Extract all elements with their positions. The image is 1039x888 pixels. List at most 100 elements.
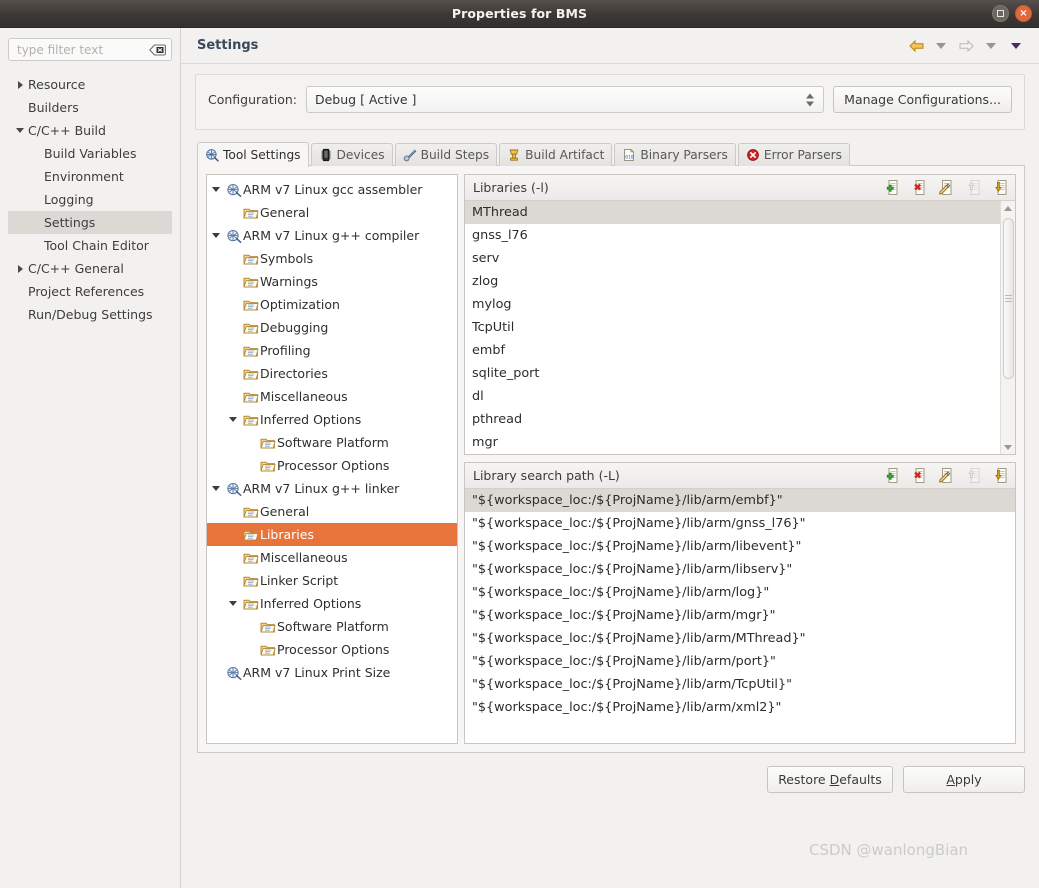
tab-binary-parsers[interactable]: 010 Binary Parsers	[614, 143, 736, 166]
sidebar-item-run-debug-settings[interactable]: Run/Debug Settings	[8, 303, 172, 326]
tab-build-artifact[interactable]: Build Artifact	[499, 143, 613, 166]
view-menu-chevron-down-icon[interactable]	[1007, 38, 1025, 54]
list-item[interactable]: serv	[465, 247, 1015, 270]
tool-tree-item-general[interactable]: General	[207, 201, 457, 224]
tool-tree-item-miscellaneous[interactable]: Miscellaneous	[207, 385, 457, 408]
sidebar-item-environment[interactable]: Environment	[8, 165, 172, 188]
search-input[interactable]	[17, 42, 147, 57]
scrollbar-thumb[interactable]	[1002, 218, 1014, 379]
clear-filter-icon[interactable]	[149, 43, 166, 56]
tool-tree-item-arm-v7-linux-print-size[interactable]: ARM v7 Linux Print Size	[207, 661, 457, 684]
scrollbar-track[interactable]	[1001, 215, 1016, 440]
sidebar-item-resource[interactable]: Resource	[8, 73, 172, 96]
sidebar-item-label: Settings	[44, 215, 96, 230]
tool-tree-item-processor-options[interactable]: Processor Options	[207, 454, 457, 477]
chevron-down-icon[interactable]	[12, 128, 28, 133]
sidebar-tree: Resource Builders C/C++ Build Build Variabl…	[8, 73, 172, 326]
tool-tree-item-software-platform[interactable]: Software Platform	[207, 615, 457, 638]
chevron-down-icon[interactable]	[207, 233, 224, 238]
filter-box[interactable]	[8, 38, 172, 61]
libraries-scrollbar[interactable]	[1000, 201, 1015, 454]
tool-tree-item-software-platform[interactable]: Software Platform	[207, 431, 457, 454]
tool-tree-item-arm-v7-linux-g++-compiler[interactable]: ARM v7 Linux g++ compiler	[207, 224, 457, 247]
sidebar-item-c-c-build[interactable]: C/C++ Build	[8, 119, 172, 142]
tool-tree-item-optimization[interactable]: Optimization	[207, 293, 457, 316]
list-item[interactable]: dl	[465, 385, 1015, 408]
list-item[interactable]: TcpUtil	[465, 316, 1015, 339]
sidebar-item-c-c-general[interactable]: C/C++ General	[8, 257, 172, 280]
apply-button[interactable]: Apply	[903, 766, 1025, 793]
list-item[interactable]: embf	[465, 339, 1015, 362]
configuration-dropdown[interactable]: Debug [ Active ]	[305, 86, 825, 113]
tool-tree-item-warnings[interactable]: Warnings	[207, 270, 457, 293]
forward-history-chevron-down-icon[interactable]	[982, 38, 1000, 54]
edit-icon[interactable]	[938, 467, 955, 484]
scroll-up-icon[interactable]	[1001, 201, 1016, 215]
search-path-list[interactable]: "${workspace_loc:/${ProjName}/lib/arm/em…	[465, 489, 1015, 743]
tool-tree-item-general[interactable]: General	[207, 500, 457, 523]
list-item[interactable]: "${workspace_loc:/${ProjName}/lib/arm/gn…	[465, 512, 1015, 535]
list-item[interactable]: "${workspace_loc:/${ProjName}/lib/arm/li…	[465, 535, 1015, 558]
list-item[interactable]: zlog	[465, 270, 1015, 293]
list-item[interactable]: pthread	[465, 408, 1015, 431]
sidebar-item-logging[interactable]: Logging	[8, 188, 172, 211]
move-down-icon[interactable]	[992, 467, 1009, 484]
tool-tree-item-directories[interactable]: Directories	[207, 362, 457, 385]
tool-tree[interactable]: ARM v7 Linux gcc assembler General ARM v7 …	[206, 174, 458, 744]
back-history-chevron-down-icon[interactable]	[932, 38, 950, 54]
add-icon[interactable]	[884, 179, 901, 196]
sidebar-item-tool-chain-editor[interactable]: Tool Chain Editor	[8, 234, 172, 257]
close-icon[interactable]: ×	[1015, 5, 1032, 22]
tool-tree-item-processor-options[interactable]: Processor Options	[207, 638, 457, 661]
delete-icon[interactable]	[911, 179, 928, 196]
chevron-down-icon[interactable]	[224, 601, 241, 606]
manage-configurations-button[interactable]: Manage Configurations...	[833, 86, 1012, 113]
chevron-right-icon[interactable]	[12, 264, 28, 273]
sidebar-item-build-variables[interactable]: Build Variables	[8, 142, 172, 165]
list-item[interactable]: "${workspace_loc:/${ProjName}/lib/arm/Tc…	[465, 673, 1015, 696]
libraries-list[interactable]: MThread gnss_l76 serv zlog mylog TcpUtil embf s…	[465, 201, 1015, 454]
tool-tree-item-inferred-options[interactable]: Inferred Options	[207, 408, 457, 431]
sidebar-item-settings[interactable]: Settings	[8, 211, 172, 234]
list-item[interactable]: "${workspace_loc:/${ProjName}/lib/arm/mg…	[465, 604, 1015, 627]
list-item[interactable]: sqlite_port	[465, 362, 1015, 385]
back-arrow-icon[interactable]	[907, 38, 925, 54]
list-item[interactable]: mgr	[465, 431, 1015, 454]
list-item[interactable]: "${workspace_loc:/${ProjName}/lib/arm/em…	[465, 489, 1015, 512]
list-item[interactable]: "${workspace_loc:/${ProjName}/lib/arm/li…	[465, 558, 1015, 581]
chevron-right-icon[interactable]	[12, 80, 28, 89]
sidebar-item-project-references[interactable]: Project References	[8, 280, 172, 303]
add-icon[interactable]	[884, 467, 901, 484]
restore-defaults-button[interactable]: Restore Defaults	[767, 766, 893, 793]
scroll-down-icon[interactable]	[1001, 440, 1016, 454]
list-item[interactable]: "${workspace_loc:/${ProjName}/lib/arm/xm…	[465, 696, 1015, 719]
sidebar-item-builders[interactable]: Builders	[8, 96, 172, 119]
list-item[interactable]: gnss_l76	[465, 224, 1015, 247]
list-item[interactable]: "${workspace_loc:/${ProjName}/lib/arm/po…	[465, 650, 1015, 673]
tool-tree-item-libraries[interactable]: Libraries	[207, 523, 457, 546]
list-item[interactable]: "${workspace_loc:/${ProjName}/lib/arm/lo…	[465, 581, 1015, 604]
move-down-icon[interactable]	[992, 179, 1009, 196]
edit-icon[interactable]	[938, 179, 955, 196]
tool-tree-item-miscellaneous[interactable]: Miscellaneous	[207, 546, 457, 569]
tool-tree-item-linker-script[interactable]: Linker Script	[207, 569, 457, 592]
tool-tree-item-arm-v7-linux-gcc-assembler[interactable]: ARM v7 Linux gcc assembler	[207, 178, 457, 201]
chevron-down-icon[interactable]	[207, 486, 224, 491]
delete-icon[interactable]	[911, 467, 928, 484]
chevron-down-icon[interactable]	[224, 417, 241, 422]
chevron-down-icon[interactable]	[207, 187, 224, 192]
maximize-icon[interactable]	[992, 5, 1009, 22]
tool-tree-item-debugging[interactable]: Debugging	[207, 316, 457, 339]
tab-error-parsers[interactable]: Error Parsers	[737, 143, 850, 166]
list-item[interactable]: mylog	[465, 293, 1015, 316]
tab-devices[interactable]: Devices	[310, 143, 393, 166]
list-item[interactable]: "${workspace_loc:/${ProjName}/lib/arm/MT…	[465, 627, 1015, 650]
tab-tool-settings[interactable]: Tool Settings	[197, 142, 309, 167]
tab-build-steps[interactable]: Build Steps	[394, 143, 498, 166]
tool-tree-item-symbols[interactable]: Symbols	[207, 247, 457, 270]
tool-tree-item-arm-v7-linux-g++-linker[interactable]: ARM v7 Linux g++ linker	[207, 477, 457, 500]
tool-tree-item-profiling[interactable]: Profiling	[207, 339, 457, 362]
tool-tree-item-inferred-options[interactable]: Inferred Options	[207, 592, 457, 615]
configuration-spinner-icon[interactable]	[806, 93, 815, 106]
list-item[interactable]: MThread	[465, 201, 1015, 224]
